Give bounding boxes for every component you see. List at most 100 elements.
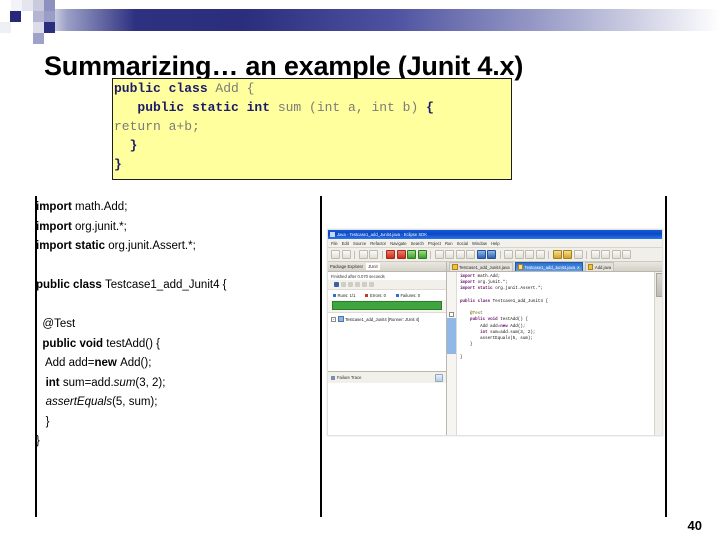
chevron-down-icon[interactable] [622,250,631,259]
print-button[interactable] [358,250,368,259]
editor-area[interactable]: - import math.Add;import org.junit.*;imp… [447,272,662,435]
code-token: Add(); [510,324,526,329]
code-token: public static int [114,100,278,115]
failure-trace-content [328,383,446,435]
editor-tab-label: Add.java [594,264,612,270]
list-item[interactable]: + Testcase1_add_Junit4 [Runner: JUnit 4] [331,316,446,322]
eclipse-titlebar: Java - Testcase1_add_Junit4.java - Eclip… [328,230,662,239]
editor-gutter[interactable]: - [447,272,457,435]
coverage-button[interactable] [417,250,427,259]
open-task-button[interactable] [601,250,610,259]
code-token: { [426,100,434,115]
menu-item-project[interactable]: Project [428,241,441,246]
scroll-lock-button[interactable] [355,282,360,287]
editor-tab-1[interactable]: Testcase1_add_Junit4.java ✕ [514,261,583,272]
editor-tab-2[interactable]: Add.java [584,261,615,272]
expand-toggle-icon[interactable]: + [331,316,336,322]
tab-package-explorer[interactable]: Package Explorer [330,264,363,269]
close-icon[interactable]: ✕ [577,265,580,270]
code-token: sum=add.sum(3, 2); [490,330,536,335]
code-line: public class Add { [113,79,511,98]
slide-page-number: 40 [687,518,702,533]
java-file-icon [517,263,524,271]
step-over-button[interactable] [434,250,444,259]
menu-item-social[interactable]: Social [457,241,468,246]
junit-view-tabrow[interactable]: Package Explorer JUnit [328,262,446,272]
run-as-button[interactable] [407,250,416,259]
editor-tab-0[interactable]: Testcase1_add_Junit4.java [449,261,513,272]
code-token: } [460,355,463,360]
failure-trace-menu-button[interactable] [435,373,443,382]
header-square [44,11,55,22]
code-token: Add(); [120,357,152,369]
search-button[interactable] [487,250,496,259]
menu-item-navigate[interactable]: Navigate [390,241,407,246]
toolbar-separator [586,250,587,259]
new-package-button[interactable] [563,250,572,259]
junit-results-tree[interactable]: + Testcase1_add_Junit4 [Runner: JUnit 4] [328,312,446,371]
source-line: Add add=new Add(); [36,354,316,374]
failure-trace-header: Failure Trace [331,375,361,380]
code-token: } [36,435,40,447]
header-square [33,33,44,44]
next-annotation-button[interactable] [504,250,513,259]
editor-tabrow[interactable]: Testcase1_add_Junit4.java Testcase1_add_J… [447,261,662,272]
prev-failure-button[interactable] [341,282,346,287]
source-line: public class Testcase1_add_Junit4 { [36,276,316,296]
slide-header-decoration [0,0,720,44]
code-token: return a+b; [114,119,200,134]
debug-button[interactable] [386,250,395,259]
menu-item-edit[interactable]: Edit [342,241,349,246]
save-button[interactable] [341,250,351,259]
back-button[interactable] [535,250,545,259]
junit-view-toolbar[interactable] [328,280,446,290]
editor-vertical-scrollbar[interactable] [654,272,662,435]
code-line: } [113,136,511,155]
failure-trace-panel: Failure Trace [328,371,446,383]
tab-junit[interactable]: JUnit [366,263,380,270]
editor-code-line: } [460,355,654,361]
source-line: import static org.junit.Assert.*; [36,237,316,257]
new-class-button[interactable] [573,250,583,259]
resume-button[interactable] [455,250,465,259]
menu-item-source[interactable]: Source [353,241,366,246]
next-failure-button[interactable] [334,282,339,287]
menu-item-refactor[interactable]: Refactor [370,241,386,246]
step-into-button[interactable] [445,250,454,259]
source-line: import math.Add; [36,198,316,218]
menu-item-search[interactable]: Search [411,241,424,246]
perspective-button[interactable] [611,250,621,259]
prev-annotation-button[interactable] [514,250,524,259]
code-token: int [460,330,491,335]
toolbar-separator [430,250,431,259]
run-button[interactable] [396,250,406,259]
open-type-button[interactable] [590,250,600,259]
menu-item-help[interactable]: Help [491,241,500,246]
view-menu-button[interactable] [369,282,374,287]
menu-item-run[interactable]: Run [445,241,453,246]
scrollbar-thumb[interactable] [656,273,662,297]
terminate-button[interactable] [466,250,475,259]
eclipse-app-icon [330,232,335,237]
new-java-project-button[interactable] [552,250,562,259]
menu-item-window[interactable]: Window [472,241,487,246]
code-token: import [36,201,75,213]
counter-label: Runs: 1/1 [337,293,356,298]
editor-tab-label: Testcase1_add_Junit4.java [524,264,576,270]
code-line: } [113,155,511,174]
eclipse-menubar[interactable]: File Edit Source Refactor Navigate Search Proj… [328,239,662,248]
editor-code-text[interactable]: import math.Add; import org.junit.*; impor… [457,272,654,435]
code-line: return a+b; [113,117,511,136]
eclipse-toolbar[interactable] [328,248,662,262]
code-token: Testcase1_add_Junit4 { [105,279,227,291]
counter-marker-icon [365,294,369,298]
last-edit-button[interactable] [525,250,534,259]
code-token: import [460,281,478,286]
rerun-button[interactable] [362,282,367,287]
fold-toggle-icon[interactable]: - [449,312,455,330]
build-button[interactable] [369,250,378,259]
menu-item-file[interactable]: File [331,241,338,246]
new-button[interactable] [331,250,340,259]
external-tools-button[interactable] [476,250,486,259]
filter-button[interactable] [348,282,353,287]
